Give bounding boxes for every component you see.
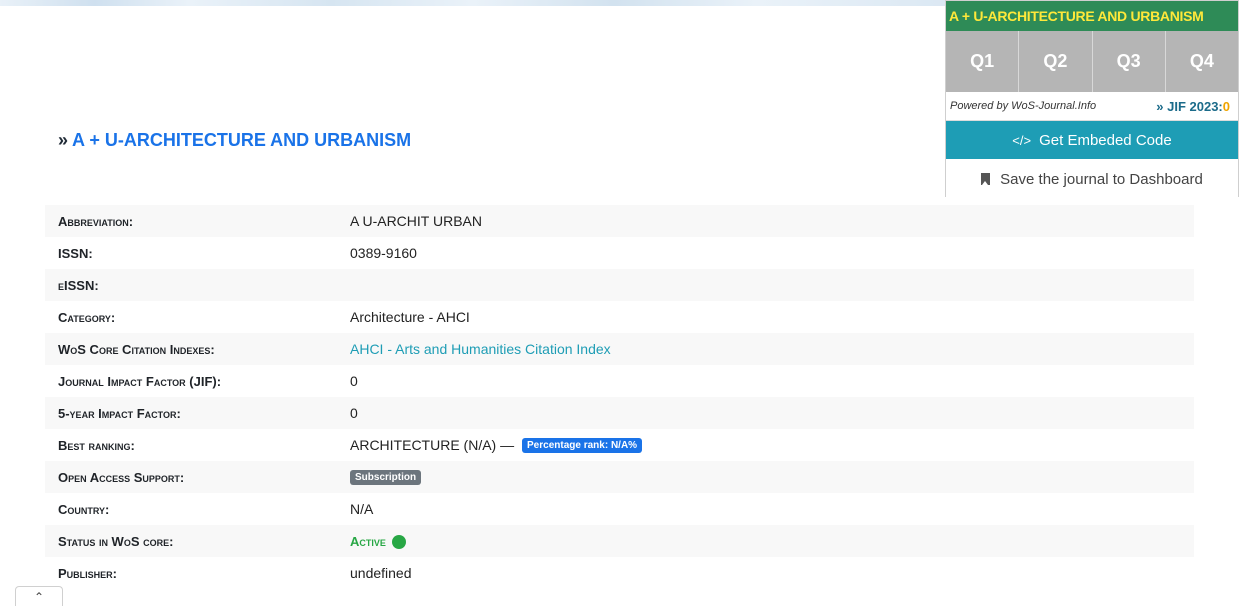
jif-value: 0 [1222, 98, 1230, 114]
powered-row: Powered by WoS-Journal.Info » JIF 2023:0 [946, 92, 1238, 121]
row-value: 0 [331, 397, 1194, 429]
quartile-widget: A + U-ARCHITECTURE AND URBANISM Q1 Q2 Q3… [945, 0, 1239, 198]
top-decorative-strip [0, 0, 945, 6]
table-row: Abbreviation: A U-ARCHIT URBAN [45, 205, 1194, 237]
row-label: Journal Impact Factor (JIF): [58, 373, 222, 389]
title-prefix: » [58, 130, 69, 150]
quartile-q3: Q3 [1093, 31, 1166, 92]
journal-title-link[interactable]: A + U-ARCHITECTURE AND URBANISM [72, 130, 411, 150]
save-to-dashboard-button[interactable]: Save the journal to Dashboard [946, 160, 1238, 198]
row-label: Status in WoS core: [45, 525, 331, 557]
scroll-to-top-button[interactable]: ⌃ [15, 586, 63, 606]
embed-button-label: Get Embeded Code [1039, 131, 1172, 149]
row-label: Open Access Support: [45, 461, 331, 493]
table-row: WoS Core Citation Indexes: AHCI - Arts a… [45, 333, 1194, 365]
row-label: 5-year Impact Factor: [45, 397, 331, 429]
quartile-q4: Q4 [1189, 51, 1214, 71]
row-value: Architecture - AHCI [350, 309, 470, 325]
table-row: Category: Architecture - AHCI [45, 301, 1194, 333]
table-row: Open Access Support: Subscription [45, 461, 1194, 493]
bookmark-icon [981, 173, 991, 185]
chevron-up-icon: ⌃ [33, 589, 45, 604]
row-label: Country: [58, 501, 110, 517]
quartile-q1: Q1 [946, 31, 1020, 92]
jif-label: » JIF 2023: [1156, 98, 1223, 114]
status-active-text: Active [350, 533, 386, 549]
row-label: Publisher: [58, 565, 118, 581]
row-value: undefined [350, 565, 412, 581]
get-embed-code-button[interactable]: </> Get Embeded Code [946, 121, 1238, 160]
table-row: eISSN: [45, 269, 1194, 301]
journal-info-table: Abbreviation: A U-ARCHIT URBAN ISSN: 038… [45, 205, 1194, 589]
subscription-badge: Subscription [350, 470, 422, 486]
page-title[interactable]: » A + U-ARCHITECTURE AND URBANISM [58, 130, 411, 151]
row-label: eISSN: [45, 269, 331, 301]
row-value: 0389-9160 [350, 245, 417, 261]
table-row: 5-year Impact Factor: 0 [45, 397, 1194, 429]
table-row: Publisher: undefined [45, 557, 1194, 589]
row-label: ISSN: [58, 245, 93, 261]
widget-journal-title: A + U-ARCHITECTURE AND URBANISM [946, 1, 1238, 31]
table-row: Journal Impact Factor (JIF): 0 [45, 365, 1194, 397]
row-value: 0 [350, 373, 358, 389]
table-row: Best ranking: ARCHITECTURE (N/A) — Perce… [45, 429, 1194, 461]
powered-by-link[interactable]: Powered by WoS-Journal.Info [950, 100, 1096, 112]
best-ranking-value: ARCHITECTURE (N/A) — [350, 436, 515, 453]
row-label: WoS Core Citation Indexes: [45, 333, 331, 365]
table-row: Country: N/A [45, 493, 1194, 525]
row-label: Best ranking: [58, 437, 135, 453]
table-row: ISSN: 0389-9160 [45, 237, 1194, 269]
row-label: Abbreviation: [45, 205, 331, 237]
quartile-q2: Q2 [1019, 31, 1093, 92]
quartile-bar: Q1 Q2 Q3 Q4 [946, 31, 1238, 92]
citation-index-link[interactable]: AHCI - Arts and Humanities Citation Inde… [350, 341, 611, 357]
row-label: Category: [58, 309, 116, 325]
row-value: N/A [350, 501, 374, 517]
row-value [331, 269, 1194, 301]
code-icon: </> [1012, 132, 1032, 148]
jif-indicator: » JIF 2023:0 [1156, 99, 1230, 114]
percentage-rank-badge: Percentage rank: N/A% [522, 438, 643, 454]
save-button-label: Save the journal to Dashboard [1000, 170, 1203, 188]
row-value: A U-ARCHIT URBAN [331, 205, 1194, 237]
status-dot-icon [391, 535, 406, 550]
table-row: Status in WoS core: Active [45, 525, 1194, 557]
